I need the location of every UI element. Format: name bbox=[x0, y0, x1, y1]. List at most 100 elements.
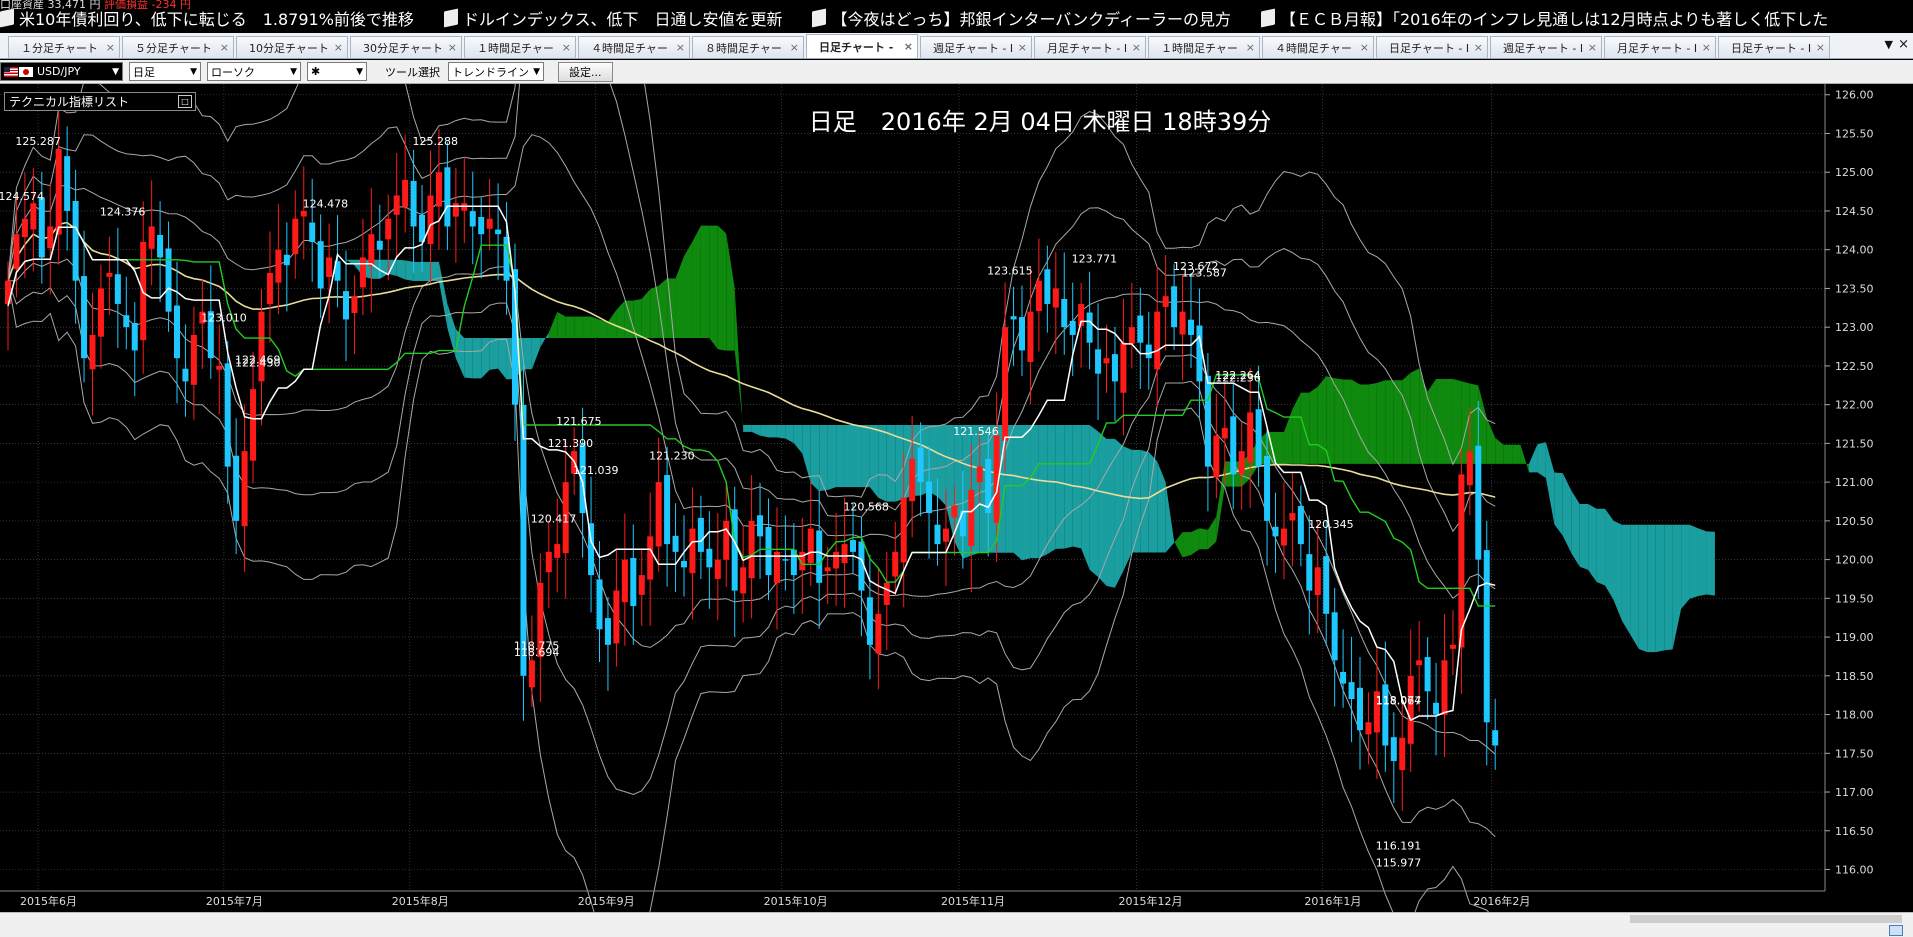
candle-body bbox=[706, 548, 713, 568]
tab-close-icon[interactable]: × bbox=[1246, 41, 1255, 54]
tab-close-icon[interactable]: × bbox=[106, 41, 115, 54]
chart-tab[interactable]: 30分足チャート × bbox=[350, 36, 462, 58]
ichimoku-cloud-segment bbox=[1588, 504, 1597, 582]
ichimoku-cloud-segment bbox=[1106, 438, 1115, 588]
scrollbar-thumb[interactable] bbox=[1630, 915, 1902, 923]
candle-body bbox=[951, 505, 958, 518]
chart-tab[interactable]: 日足チャート - × bbox=[806, 34, 918, 58]
candle-body bbox=[368, 234, 375, 267]
tab-close-icon[interactable]: × bbox=[1132, 41, 1141, 54]
news-item[interactable]: 【ＥＣＢ月報】「2016年のインフレ見通しは12月時点よりも著しく低下した bbox=[1260, 6, 1828, 30]
chart-type-select[interactable]: ローソク ▼ bbox=[207, 62, 301, 81]
trading-app: 口座資産 33,471 円 評価損益 -234 円 米10年債利回り、低下に転じ… bbox=[0, 0, 1913, 937]
chart-tab[interactable]: １時間足チャー × bbox=[1148, 36, 1260, 58]
candle-body bbox=[1019, 317, 1025, 351]
candle-body bbox=[681, 561, 687, 568]
chart-tab[interactable]: 月足チャート - I × bbox=[1604, 36, 1716, 58]
candle-body bbox=[596, 579, 603, 630]
window-mode-icon[interactable] bbox=[1889, 925, 1903, 936]
candle-body bbox=[1179, 311, 1186, 335]
news-item[interactable]: 【今夜はどっち】邦銀インターバンクディーラーの見方 bbox=[812, 6, 1231, 30]
price-annotation-label: 116.191 bbox=[1376, 840, 1422, 853]
tab-list-menu-icon[interactable]: ▼ bbox=[1885, 38, 1893, 51]
price-annotation-label: 124.376 bbox=[100, 206, 146, 219]
chart-tab[interactable]: ５分足チャート × bbox=[122, 36, 234, 58]
horizontal-scrollbar[interactable] bbox=[0, 912, 1913, 924]
chevron-down-icon: ▼ bbox=[190, 66, 197, 77]
chart-tab[interactable]: 月足チャート - I × bbox=[1034, 36, 1146, 58]
candle-body bbox=[942, 528, 949, 542]
price-annotation-label: 125.287 bbox=[15, 135, 61, 148]
candle-body bbox=[469, 211, 476, 227]
tab-close-icon[interactable]: × bbox=[790, 41, 799, 54]
tab-close-icon[interactable]: × bbox=[1702, 41, 1711, 54]
candle-body bbox=[97, 288, 104, 337]
tab-close-icon[interactable]: × bbox=[448, 41, 457, 54]
candle-body bbox=[309, 222, 316, 242]
indicator-list-panel[interactable]: テクニカル指標リスト □ bbox=[4, 92, 196, 111]
candle-body bbox=[1137, 315, 1144, 343]
chart-tab[interactable]: １分足チャート × bbox=[8, 36, 120, 58]
chart-tab[interactable]: 10分足チャート × bbox=[236, 36, 348, 58]
candle-body bbox=[317, 241, 324, 289]
tab-close-icon[interactable]: × bbox=[676, 41, 685, 54]
chart-tab[interactable]: 日足チャート - I × bbox=[1376, 36, 1488, 58]
candle-body bbox=[410, 180, 417, 227]
ichimoku-cloud-segment bbox=[954, 424, 963, 559]
tab-close-icon[interactable]: × bbox=[1360, 41, 1369, 54]
news-ticker: 口座資産 33,471 円 評価損益 -234 円 米10年債利回り、低下に転じ… bbox=[0, 0, 1913, 33]
tab-close-icon[interactable]: × bbox=[334, 41, 343, 54]
candle-body bbox=[1314, 567, 1321, 596]
ichimoku-cloud-segment bbox=[844, 424, 853, 488]
candle-body bbox=[1475, 445, 1482, 560]
close-window-icon[interactable]: × bbox=[1898, 37, 1909, 52]
tab-close-icon[interactable]: × bbox=[562, 41, 571, 54]
tab-label: ５分足チャート bbox=[135, 41, 212, 55]
candle-body bbox=[292, 218, 299, 255]
candle-body bbox=[1348, 682, 1355, 700]
y-axis-tick-label: 122.00 bbox=[1835, 399, 1874, 412]
ichimoku-cloud-segment bbox=[1140, 449, 1149, 553]
ichimoku-cloud-segment bbox=[405, 260, 414, 281]
settings-button[interactable]: 設定... bbox=[558, 61, 613, 82]
chart-tab[interactable]: １時間足チャー × bbox=[464, 36, 576, 58]
price-annotation-label: 123.587 bbox=[1181, 267, 1227, 280]
candle-body bbox=[824, 567, 831, 572]
timeframe-select[interactable]: 日足 ▼ bbox=[129, 62, 201, 81]
chart-tab[interactable]: ４時間足チャー × bbox=[1262, 36, 1374, 58]
tab-close-icon[interactable]: × bbox=[1816, 41, 1825, 54]
chart-tab[interactable]: ４時間足チャー × bbox=[578, 36, 690, 58]
news-headline: 【今夜はどっち】邦銀インターバンクディーラーの見方 bbox=[831, 10, 1231, 29]
drawing-tool-select[interactable]: トレンドライン ▼ bbox=[448, 62, 544, 81]
drawing-mode-select[interactable]: ✱ ▼ bbox=[307, 62, 367, 81]
panel-restore-icon[interactable]: □ bbox=[178, 95, 192, 108]
y-axis-tick-label: 120.00 bbox=[1835, 554, 1874, 567]
candle-body bbox=[1297, 506, 1304, 545]
candle-body bbox=[1424, 657, 1431, 692]
price-annotation-label: 115.977 bbox=[1376, 856, 1422, 869]
candle-body bbox=[64, 156, 71, 211]
price-chart[interactable]: 125.287 124.574 124.376 122.469 122.430 120.4… bbox=[0, 84, 1913, 912]
tab-close-icon[interactable]: × bbox=[1588, 41, 1597, 54]
currency-pair-select[interactable]: USD/JPY ▼ bbox=[0, 62, 123, 81]
tab-close-icon[interactable]: × bbox=[1474, 41, 1483, 54]
candle-body bbox=[1289, 513, 1296, 521]
tab-close-icon[interactable]: × bbox=[904, 40, 913, 53]
tab-close-icon[interactable]: × bbox=[1018, 41, 1027, 54]
ichimoku-cloud-segment bbox=[1081, 424, 1090, 570]
price-annotation-label: 123.771 bbox=[1072, 252, 1118, 265]
ichimoku-cloud-segment bbox=[869, 424, 879, 498]
chart-tab[interactable]: 週足チャート - I × bbox=[1490, 36, 1602, 58]
news-item[interactable]: ドルインデックス、低下 日通し安値を更新 bbox=[443, 6, 782, 30]
tab-close-icon[interactable]: × bbox=[220, 41, 229, 54]
candle-body bbox=[1331, 612, 1338, 661]
chart-tab[interactable]: 週足チャート - I × bbox=[920, 36, 1032, 58]
candle-body bbox=[38, 197, 45, 258]
price-annotation-label: 120.417 bbox=[531, 512, 577, 525]
candle-body bbox=[343, 291, 349, 320]
chart-tab[interactable]: ８時間足チャー × bbox=[692, 36, 804, 58]
news-item[interactable]: 米10年債利回り、低下に転じる 1.8791%前後で推移 bbox=[0, 6, 414, 30]
chart-tab[interactable]: 日足チャート - I × bbox=[1718, 36, 1830, 58]
chevron-down-icon: ▼ bbox=[533, 66, 540, 77]
candle-body bbox=[1357, 687, 1363, 731]
